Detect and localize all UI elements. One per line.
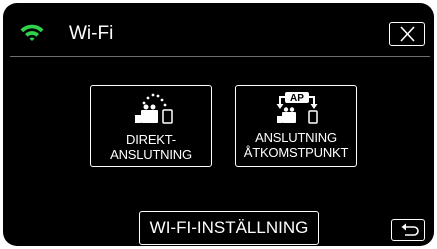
access-point-connection-label: ANSLUTNING ÅTKOMSTPUNKT [243, 130, 349, 160]
wifi-signal-icon [19, 23, 45, 43]
page-title: Wi-Fi [69, 23, 114, 44]
back-button[interactable] [391, 219, 425, 241]
direct-connection-label: DIREKT- ANSLUTNING [110, 132, 192, 162]
access-point-connection-button[interactable]: AP ANSLUTNING ÅTKOMSTPUNKT [235, 85, 357, 167]
wifi-settings-button[interactable]: WI-FI-INSTÄLLNING [139, 211, 319, 245]
header: Wi-Fi [3, 3, 434, 55]
close-button[interactable] [389, 22, 425, 46]
header-divider [10, 56, 430, 57]
ap-badge-text: AP [290, 93, 304, 104]
wifi-screen: Wi-Fi DIREKT- ANSLUTNING AP ANSLUTNING Å… [3, 3, 434, 246]
direct-connection-button[interactable]: DIREKT- ANSLUTNING [90, 85, 212, 167]
